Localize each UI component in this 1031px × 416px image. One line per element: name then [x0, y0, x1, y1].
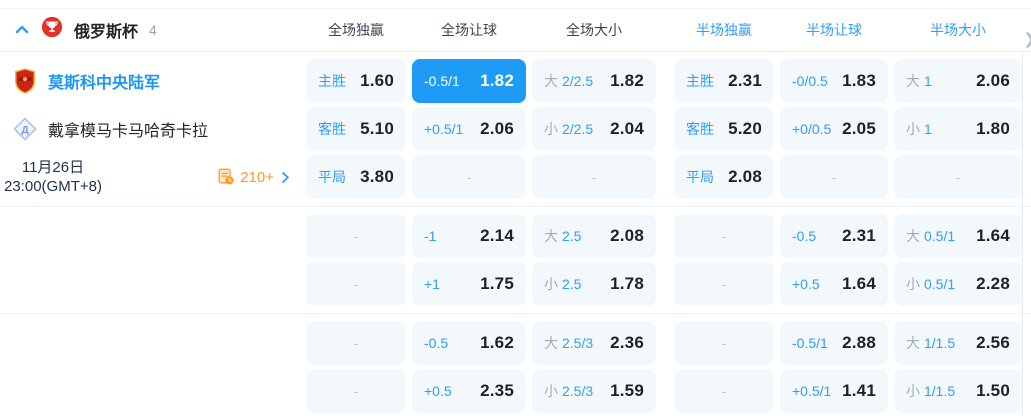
markets-clock-icon	[218, 168, 234, 185]
odds-cell-fthandicap-home-selected[interactable]: -0.5/1 1.82	[412, 59, 526, 103]
markets-count: 210+	[240, 168, 274, 186]
match-meta-row: 11月26日 23:00(GMT+8) 210+	[0, 155, 300, 199]
odds-cell-hthandicap-away[interactable]: +0/0.5 2.05	[780, 107, 888, 151]
away-team-logo: Д	[13, 117, 37, 141]
odds-cell-ftou-over[interactable]: 大 2.5/3 2.36	[532, 321, 656, 365]
match-date: 11月26日	[21, 159, 85, 176]
odds-cell-htou-under[interactable]: 小 1 1.80	[894, 107, 1022, 151]
odds-cell-hthandicap-away[interactable]: +0.5 1.64	[780, 262, 888, 306]
odds-cell-empty: -	[780, 155, 888, 199]
odds-cell-fthandicap-away[interactable]: +1 1.75	[412, 262, 526, 306]
odds-cell-ht1x2-away[interactable]: 客胜 5.20	[674, 107, 774, 151]
league-header[interactable]: 俄罗斯杯 4	[0, 16, 300, 43]
odds-cell-fthandicap-home[interactable]: -1 2.14	[412, 214, 526, 258]
match-datetime: 11月26日 23:00(GMT+8)	[4, 158, 102, 196]
column-header-ft-1x2: 全场独赢	[328, 21, 384, 38]
odds-cell-ht1x2-draw[interactable]: 平局 2.08	[674, 155, 774, 199]
odds-cell-empty: -	[894, 155, 1022, 199]
column-header-ft-handicap: 全场让球	[441, 21, 497, 38]
column-header-ht-1x2: 半场独赢	[696, 21, 752, 38]
odds-cell-empty: -	[306, 214, 406, 258]
odds-panel: 俄罗斯杯 4 全场独赢 全场让球 全场大小 半场独赢 半场让球 半场大小 ❯ 莫…	[0, 0, 1031, 416]
league-name: 俄罗斯杯	[74, 23, 139, 41]
svg-text:Д: Д	[21, 125, 28, 136]
more-markets-link[interactable]: 210+	[217, 168, 292, 186]
odds-cell-fthandicap-home[interactable]: -0.5 1.62	[412, 321, 526, 365]
column-header-ft-overunder: 全场大小	[566, 21, 622, 38]
odds-group-alt-2: - -0.5 1.62 大 2.5/3 2.36 - -0.5/1 2.88 大 1/1.…	[0, 313, 1031, 416]
odds-cell-ft1x2-away[interactable]: 客胜 5.10	[306, 107, 406, 151]
collapse-chevron-up-icon[interactable]	[14, 22, 30, 38]
odds-cell-hthandicap-home[interactable]: -0/0.5 1.83	[780, 59, 888, 103]
odds-group-alt-1: - -1 2.14 大 2.5 2.08 - -0.5 2.31 大 0.5/1 1.64 …	[0, 206, 1031, 313]
odds-cell-empty: -	[532, 155, 656, 199]
corner-chevron-right-icon[interactable]: ❯	[1023, 30, 1031, 48]
odds-cell-empty: -	[306, 262, 406, 306]
odds-cell-htou-under[interactable]: 小 0.5/1 2.28	[894, 262, 1022, 306]
odds-cell-fthandicap-away[interactable]: +0.5/1 2.06	[412, 107, 526, 151]
odds-cell-htou-over[interactable]: 大 1 2.06	[894, 59, 1022, 103]
odds-group-main: 莫斯科中央陆军 Д 戴拿模马卡马哈奇卡拉 11月26日 23:00(GMT+8)	[0, 52, 1031, 206]
column-header-ht-overunder: 半场大小	[930, 21, 986, 38]
odds-cell-hthandicap-home[interactable]: -0.5 2.31	[780, 214, 888, 258]
scrollbar-track[interactable]	[1022, 52, 1023, 416]
odds-cell-empty: -	[674, 214, 774, 258]
odds-cell-hthandicap-away[interactable]: +0.5/1 1.41	[780, 369, 888, 413]
odds-cell-empty: -	[306, 321, 406, 365]
odds-cell-empty: -	[674, 262, 774, 306]
odds-cell-htou-under[interactable]: 小 1/1.5 1.50	[894, 369, 1022, 413]
league-match-count: 4	[149, 21, 157, 38]
odds-cell-ftou-under[interactable]: 小 2.5/3 1.59	[532, 369, 656, 413]
home-team-logo	[14, 68, 36, 94]
odds-cell-htou-over[interactable]: 大 1/1.5 2.56	[894, 321, 1022, 365]
home-team-name: 莫斯科中央陆军	[48, 75, 161, 92]
column-header-ht-handicap: 半场让球	[806, 21, 862, 38]
odds-cell-empty: -	[306, 369, 406, 413]
odds-cell-ftou-over[interactable]: 大 2/2.5 1.82	[532, 59, 656, 103]
match-time: 23:00(GMT+8)	[4, 178, 102, 195]
odds-cell-ft1x2-draw[interactable]: 平局 3.80	[306, 155, 406, 199]
odds-cell-hthandicap-home[interactable]: -0.5/1 2.88	[780, 321, 888, 365]
odds-cell-fthandicap-away[interactable]: +0.5 2.35	[412, 369, 526, 413]
trophy-icon	[41, 16, 63, 43]
away-team-row[interactable]: Д 戴拿模马卡马哈奇卡拉	[0, 107, 300, 151]
odds-cell-empty: -	[674, 369, 774, 413]
markets-chevron-right-icon	[282, 171, 289, 183]
odds-cell-empty: -	[412, 155, 526, 199]
home-team-row[interactable]: 莫斯科中央陆军	[0, 59, 300, 103]
away-team-name: 戴拿模马卡马哈奇卡拉	[48, 123, 209, 140]
match-info: 莫斯科中央陆军 Д 戴拿模马卡马哈奇卡拉 11月26日 23:00(GMT+8)	[0, 59, 300, 199]
odds-cell-ft1x2-home[interactable]: 主胜 1.60	[306, 59, 406, 103]
odds-cell-ftou-under[interactable]: 小 2/2.5 2.04	[532, 107, 656, 151]
panel-header: 俄罗斯杯 4 全场独赢 全场让球 全场大小 半场独赢 半场让球 半场大小 ❯	[0, 8, 1031, 52]
odds-cell-ftou-under[interactable]: 小 2.5 1.78	[532, 262, 656, 306]
odds-cell-ftou-over[interactable]: 大 2.5 2.08	[532, 214, 656, 258]
odds-cell-ht1x2-home[interactable]: 主胜 2.31	[674, 59, 774, 103]
odds-cell-htou-over[interactable]: 大 0.5/1 1.64	[894, 214, 1022, 258]
odds-cell-empty: -	[674, 321, 774, 365]
